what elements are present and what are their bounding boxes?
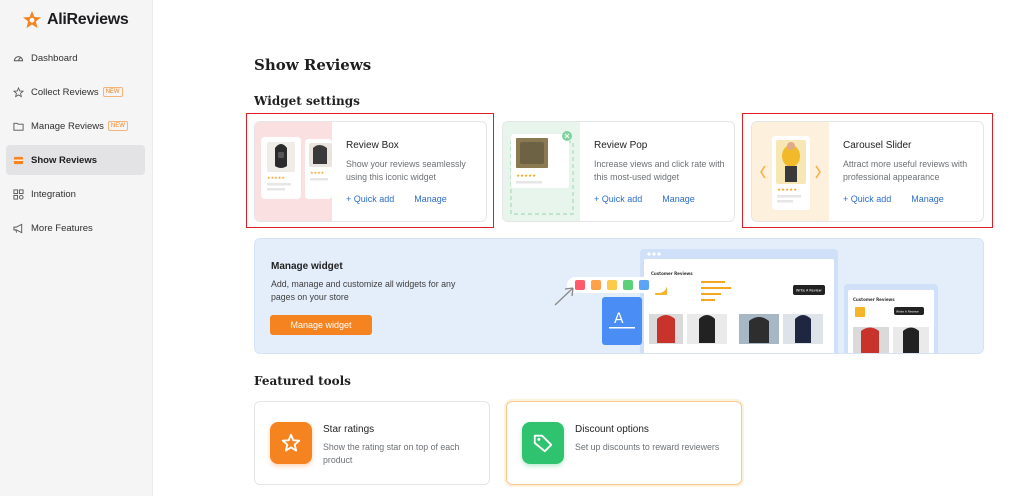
widget-icon	[13, 155, 24, 166]
widget-actions: + Quick add Manage	[843, 194, 983, 204]
quick-add-link[interactable]: + Quick add	[594, 194, 642, 204]
quick-add-link[interactable]: + Quick add	[346, 194, 394, 204]
widget-card-carousel-slider[interactable]: ★★★★★ Carousel Slider Attract more usefu…	[751, 121, 984, 222]
widget-actions: + Quick add Manage	[346, 194, 486, 204]
tool-card-discount-options[interactable]: Discount options Set up discounts to rew…	[506, 401, 742, 485]
tool-description: Show the rating star on top of each prod…	[323, 442, 460, 465]
manage-link[interactable]: Manage	[911, 194, 944, 204]
manage-link[interactable]: Manage	[414, 194, 447, 204]
logo[interactable]: AliReviews	[21, 9, 129, 31]
dashboard-icon	[13, 53, 24, 64]
preview-heading: Customer Reviews	[651, 271, 693, 276]
svg-text:★★★★★: ★★★★★	[516, 173, 536, 179]
mobile-preview-heading: Customer Reviews	[853, 297, 895, 302]
widget-actions: + Quick add Manage	[594, 194, 734, 204]
tool-title: Star ratings	[323, 424, 375, 435]
tool-description: Set up discounts to reward reviewers	[575, 442, 720, 452]
page-title: Show Reviews	[254, 56, 372, 74]
widget-settings-heading: Widget settings	[254, 94, 360, 108]
sidebar-item-label: Manage Reviews	[31, 120, 104, 132]
widget-title: Review Box	[346, 140, 399, 151]
review-box-body: Review Box Show your reviews seamlessly …	[346, 140, 486, 204]
app-window: AliReviews Dashboard Collect Reviews NEW	[0, 0, 1024, 496]
widget-card-review-box[interactable]: ★★★★★ ★★★★ Review Box Show your reviews …	[254, 121, 487, 222]
preview-write-review: Write A Review	[796, 289, 822, 293]
svg-text:★★★★: ★★★★	[310, 170, 325, 175]
svg-text:★★★★★: ★★★★★	[267, 175, 285, 180]
manage-widget-title: Manage widget	[271, 261, 343, 272]
sidebar: AliReviews Dashboard Collect Reviews NEW	[0, 0, 153, 496]
sidebar-item-integration[interactable]: Integration	[6, 179, 145, 209]
megaphone-icon	[13, 223, 24, 234]
widget-title: Carousel Slider	[843, 140, 912, 151]
mobile-preview-write-review: Write A Review	[896, 310, 919, 314]
svg-text:★★★★★: ★★★★★	[777, 187, 797, 193]
star-icon	[13, 86, 24, 98]
manage-widget-description: Add, manage and customize all widgets fo…	[271, 279, 456, 302]
review-pop-illustration: ★★★★★	[510, 131, 574, 215]
sidebar-item-more-features[interactable]: More Features	[6, 213, 145, 243]
featured-tools-heading: Featured tools	[254, 374, 351, 388]
quick-add-link[interactable]: + Quick add	[843, 194, 891, 204]
widget-description: Attract more useful reviews with profess…	[843, 159, 968, 182]
manage-widget-button[interactable]: Manage widget	[270, 315, 372, 335]
tool-title: Discount options	[575, 424, 649, 435]
sidebar-item-label: Dashboard	[31, 52, 78, 64]
sidebar-item-show-reviews[interactable]: Show Reviews	[6, 145, 145, 175]
logo-text: AliReviews	[47, 11, 129, 28]
review-box-thumbnail: ★★★★★ ★★★★	[255, 122, 332, 221]
star-outline-icon	[270, 422, 312, 464]
widget-description: Show your reviews seamlessly using this …	[346, 159, 466, 182]
manage-link[interactable]: Manage	[662, 194, 695, 204]
sidebar-item-manage-reviews[interactable]: Manage Reviews NEW	[6, 111, 145, 141]
widget-card-review-pop[interactable]: ★★★★★ Review Pop Increase views and clic…	[502, 121, 735, 222]
carousel-slider-body: Carousel Slider Attract more useful revi…	[843, 140, 983, 204]
carousel-slider-illustration: ★★★★★	[760, 136, 821, 210]
sidebar-item-dashboard[interactable]: Dashboard	[6, 43, 145, 73]
widget-title: Review Pop	[594, 140, 648, 151]
sidebar-item-label: More Features	[31, 222, 93, 234]
sidebar-item-label: Integration	[31, 188, 76, 200]
widget-description: Increase views and click rate with this …	[594, 159, 725, 182]
manage-widget-illustration: Customer Reviews 4.8 Write A Review	[554, 249, 938, 353]
sidebar-item-label: Show Reviews	[31, 154, 97, 166]
tool-card-star-ratings[interactable]: Star ratings Show the rating star on top…	[254, 401, 490, 485]
carousel-slider-thumbnail: ★★★★★	[752, 122, 829, 221]
new-badge: NEW	[107, 121, 128, 131]
review-pop-thumbnail: ★★★★★	[503, 122, 580, 221]
sidebar-item-collect-reviews[interactable]: Collect Reviews NEW	[6, 77, 145, 107]
new-badge: NEW	[102, 87, 123, 97]
svg-text:A: A	[614, 311, 624, 327]
review-pop-body: Review Pop Increase views and click rate…	[594, 140, 734, 204]
integration-icon	[13, 188, 24, 200]
folder-icon	[13, 121, 24, 132]
logo-star-icon	[23, 10, 41, 29]
sidebar-item-label: Collect Reviews	[31, 86, 99, 98]
sidebar-nav: Dashboard Collect Reviews NEW Manage Rev…	[6, 43, 145, 247]
review-box-illustration: ★★★★★ ★★★★	[261, 137, 332, 199]
tag-icon	[522, 422, 564, 464]
manage-widget-banner: Manage widget Add, manage and customize …	[254, 238, 984, 354]
